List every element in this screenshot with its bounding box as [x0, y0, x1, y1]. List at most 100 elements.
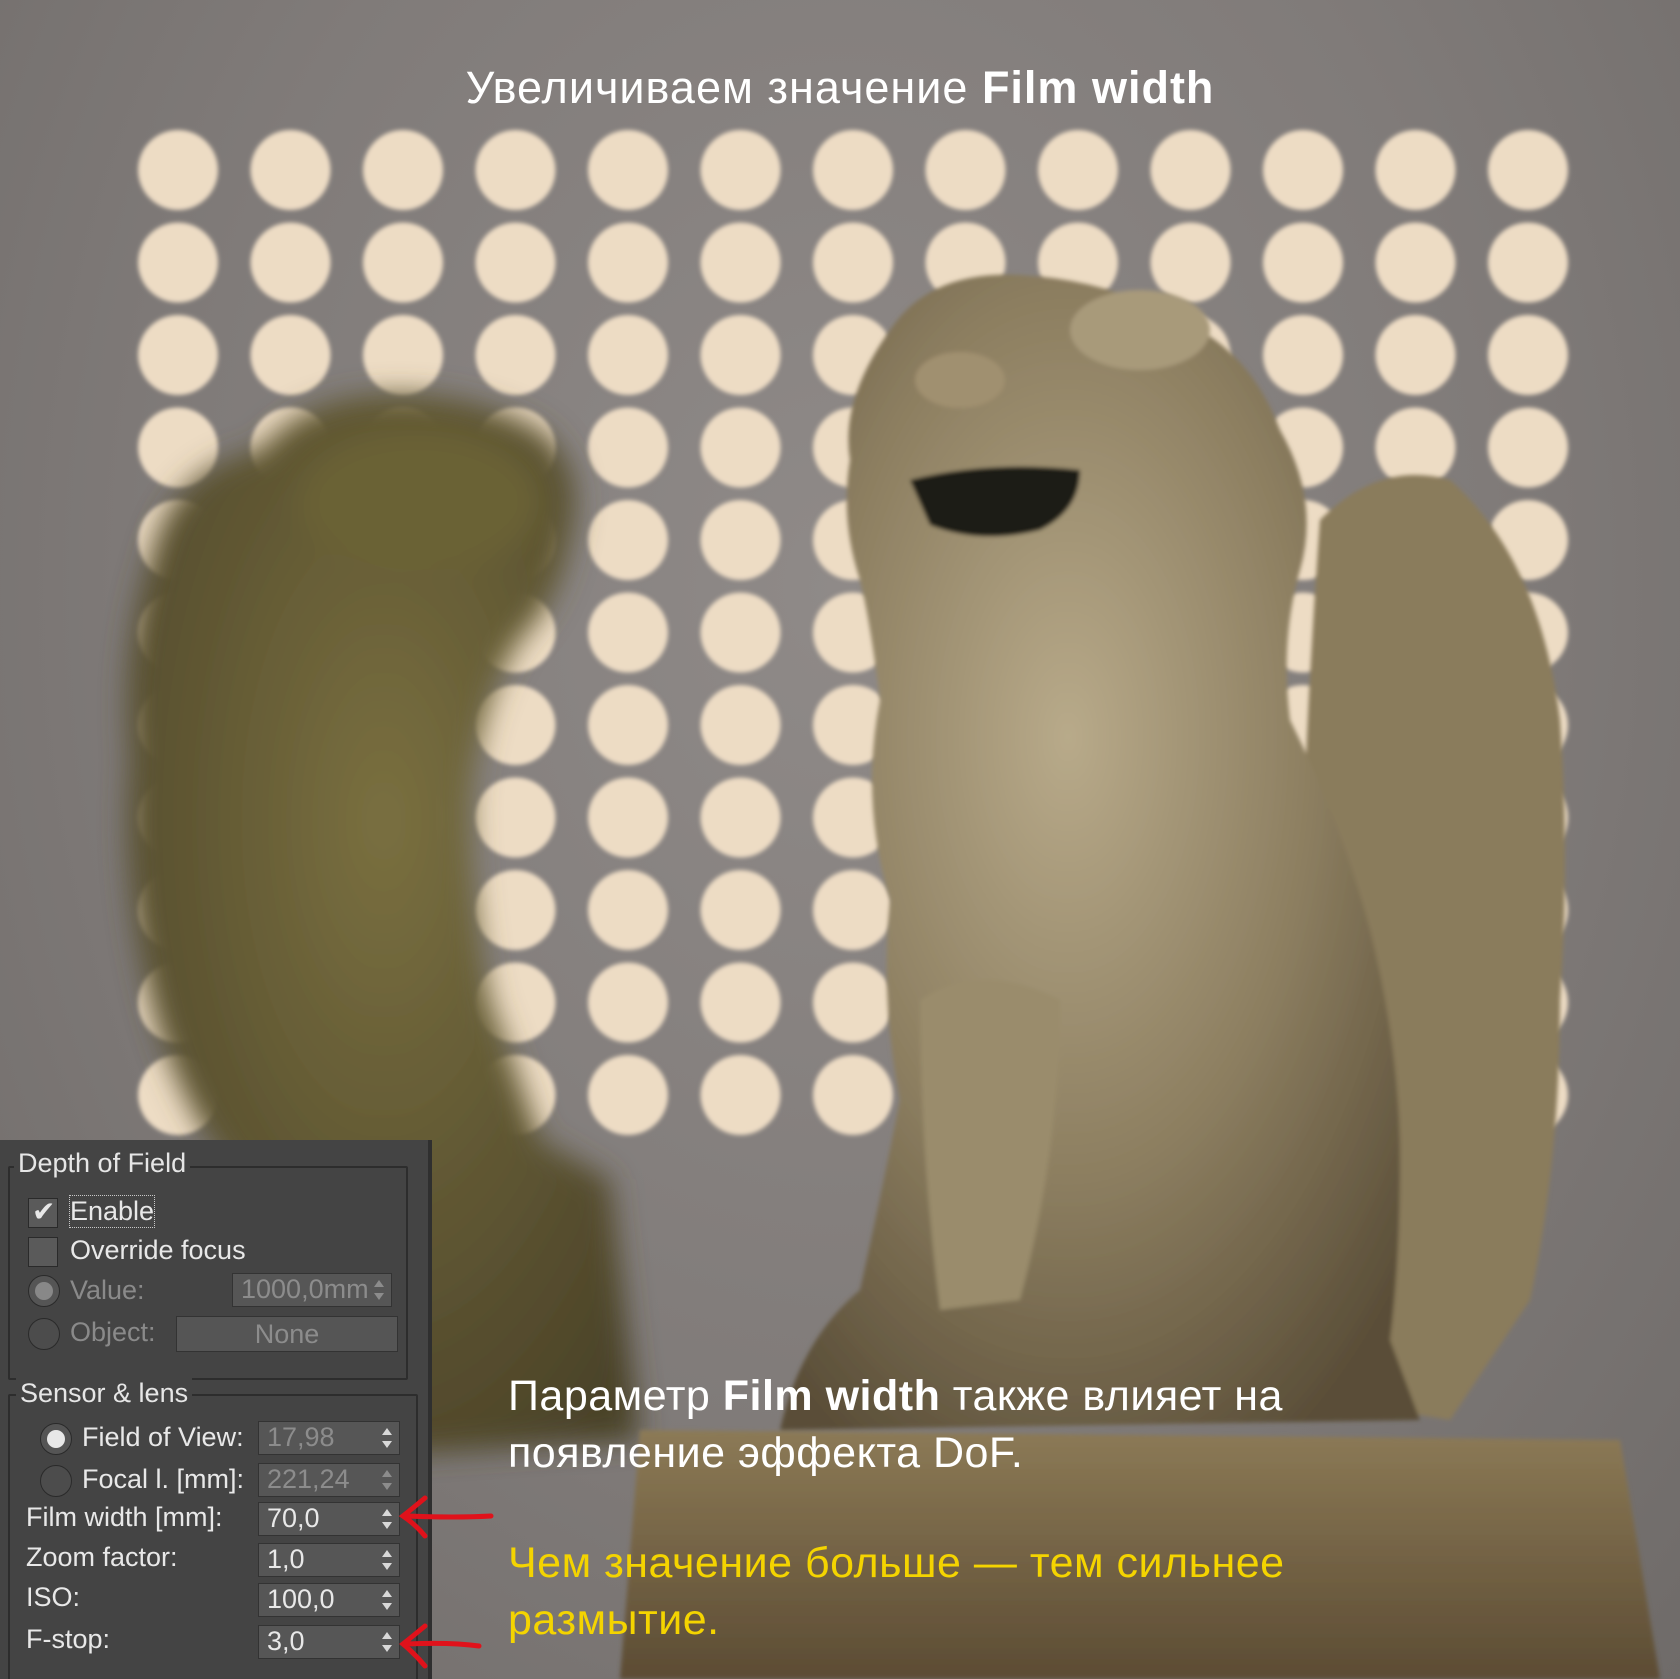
spinner-arrows-icon[interactable]	[381, 1507, 393, 1531]
override-focus-checkbox[interactable]	[28, 1237, 58, 1267]
focal-spinner[interactable]: 221,24	[258, 1463, 400, 1497]
zoom-factor-spinner[interactable]: 1,0	[258, 1543, 400, 1577]
caption-line-1-bold: Film width	[722, 1372, 941, 1420]
bokeh-dot	[700, 592, 781, 673]
fov-value[interactable]: 17,98	[267, 1422, 335, 1453]
sensor-group-title: Sensor & lens	[16, 1378, 193, 1409]
spinner-arrows-icon[interactable]	[381, 1630, 393, 1654]
bokeh-dot	[363, 130, 443, 210]
bokeh-dot	[813, 1055, 893, 1135]
f-stop-label: F-stop:	[26, 1624, 111, 1654]
focal-value[interactable]: 221,24	[267, 1464, 350, 1495]
caption-main: Параметр Film width также влияет на появ…	[508, 1368, 1658, 1482]
bokeh-dot	[588, 500, 668, 580]
dof-group-title: Depth of Field	[14, 1148, 191, 1179]
bokeh-dot	[475, 130, 556, 210]
bokeh-dot	[700, 962, 781, 1043]
bokeh-dot	[700, 130, 781, 210]
bokeh-dot	[588, 870, 668, 950]
bokeh-dot	[250, 130, 331, 210]
film-width-label: Film width [mm]:	[26, 1502, 223, 1532]
bokeh-dot	[588, 777, 668, 858]
caption-line-2: появление эффекта DoF.	[508, 1429, 1024, 1477]
zoom-factor-label: Zoom factor:	[26, 1542, 178, 1572]
bokeh-dot	[700, 222, 781, 303]
value-radio[interactable]	[28, 1275, 60, 1307]
bokeh-dot	[700, 870, 781, 950]
bokeh-dot	[700, 315, 781, 395]
red-arrow-icon	[399, 1623, 482, 1669]
spinner-arrows-icon[interactable]	[381, 1426, 393, 1450]
bokeh-dot	[138, 222, 218, 303]
bokeh-dot	[1150, 130, 1231, 210]
value-spinner[interactable]: 1000,0mm	[232, 1273, 392, 1307]
spinner-arrows-icon[interactable]	[373, 1278, 385, 1302]
fov-spinner[interactable]: 17,98	[258, 1421, 400, 1455]
fov-radio[interactable]	[40, 1423, 72, 1455]
bokeh-dot	[700, 500, 781, 580]
bokeh-dot	[700, 407, 781, 488]
bokeh-dot	[588, 130, 668, 210]
value-field[interactable]: 1000,0mm	[241, 1274, 369, 1305]
bokeh-dot	[1488, 315, 1568, 395]
bokeh-dot	[1263, 130, 1343, 210]
f-stop-value[interactable]: 3,0	[267, 1626, 305, 1657]
bokeh-dot	[925, 130, 1006, 210]
film-width-value[interactable]: 70,0	[267, 1503, 320, 1534]
bokeh-dot	[813, 962, 893, 1043]
bokeh-dot	[588, 962, 668, 1043]
override-focus-label[interactable]: Override focus	[70, 1235, 246, 1266]
bokeh-dot	[1375, 222, 1456, 303]
bokeh-dot	[363, 315, 443, 395]
caption-line-1-prefix: Параметр	[508, 1372, 723, 1420]
enable-checkbox[interactable]: ✔	[28, 1196, 58, 1228]
zoom-factor-value[interactable]: 1,0	[267, 1544, 305, 1575]
bokeh-dot	[588, 407, 668, 488]
headline-bold: Film width	[981, 62, 1215, 113]
enable-label[interactable]: Enable	[68, 1195, 156, 1228]
bokeh-dot	[250, 315, 331, 395]
caption-highlight: Чем значение больше — тем сильнее размыт…	[508, 1535, 1658, 1649]
object-radio[interactable]	[28, 1318, 60, 1350]
bokeh-dot	[588, 685, 668, 765]
bokeh-dot	[700, 777, 781, 858]
bokeh-dot	[700, 1055, 781, 1135]
bokeh-dot	[1150, 222, 1231, 303]
film-width-spinner[interactable]: 70,0	[258, 1502, 400, 1536]
f-stop-spinner[interactable]: 3,0	[258, 1625, 400, 1659]
bokeh-dot	[813, 870, 893, 950]
bokeh-dot	[1263, 315, 1343, 395]
headline-text: Увеличиваем значение	[465, 62, 982, 113]
radio-icon	[47, 1430, 65, 1448]
bokeh-dot	[475, 222, 556, 303]
bokeh-dot	[475, 870, 556, 950]
iso-spinner[interactable]: 100,0	[258, 1583, 400, 1617]
spinner-arrows-icon[interactable]	[381, 1548, 393, 1572]
spinner-arrows-icon[interactable]	[381, 1468, 393, 1492]
bokeh-dot	[475, 315, 556, 395]
bokeh-dot	[138, 130, 218, 210]
caption-highlight-line-2: размытие.	[508, 1596, 720, 1644]
iso-value[interactable]: 100,0	[267, 1584, 335, 1615]
camera-settings-panel: Depth of Field ✔ Enable Override focus V…	[0, 1140, 432, 1679]
bokeh-dot	[1375, 130, 1456, 210]
bokeh-dot	[138, 315, 218, 395]
object-label: Object:	[70, 1317, 156, 1347]
checkmark-icon: ✔	[32, 1196, 56, 1227]
bokeh-dot	[588, 592, 668, 673]
object-pick-button[interactable]: None	[176, 1316, 398, 1352]
dof-illustration: Увеличиваем значение Film width Depth of…	[0, 0, 1680, 1679]
caption-line-1-suffix: также влияет на	[940, 1372, 1283, 1420]
fov-label: Field of View:	[82, 1422, 244, 1452]
spinner-arrows-icon[interactable]	[381, 1588, 393, 1612]
focal-radio[interactable]	[40, 1465, 72, 1497]
bokeh-dot	[1038, 130, 1118, 210]
focal-label: Focal l. [mm]:	[82, 1464, 245, 1494]
bokeh-dot	[588, 1055, 668, 1135]
bokeh-dot	[1488, 222, 1568, 303]
radio-icon	[35, 1282, 53, 1300]
bokeh-dot	[1263, 222, 1343, 303]
bokeh-dot	[250, 222, 331, 303]
bokeh-dot	[363, 222, 443, 303]
bokeh-dot	[1488, 130, 1568, 210]
